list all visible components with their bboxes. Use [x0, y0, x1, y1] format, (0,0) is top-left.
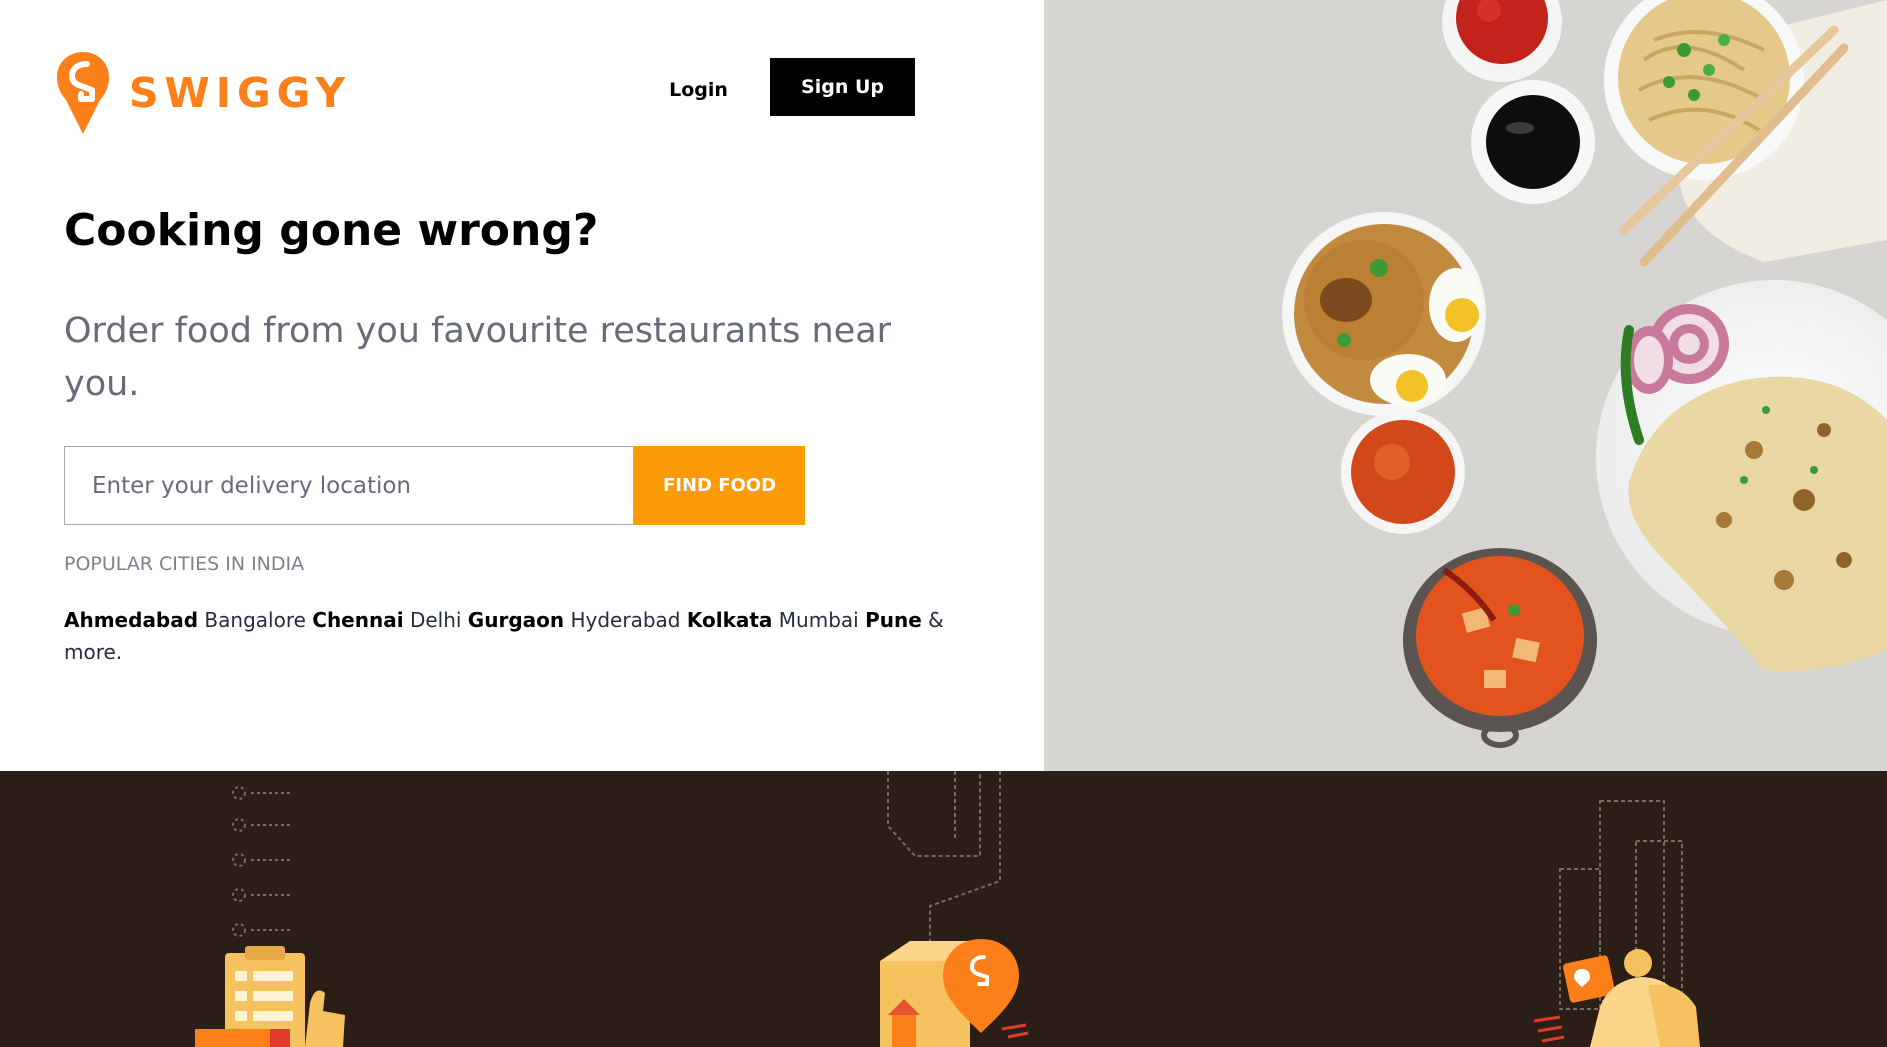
hero-subtitle: Order food from you favourite restaurant…	[64, 311, 892, 404]
city-link-bangalore[interactable]: Bangalore	[204, 608, 305, 632]
city-link-delhi[interactable]: Delhi	[410, 608, 462, 632]
find-food-button[interactable]: FIND FOOD	[634, 446, 805, 525]
order-list-icon	[195, 786, 345, 1047]
food-spread-image	[1044, 0, 1887, 771]
location-field-wrapper	[64, 446, 634, 525]
food-spread-illustration	[1044, 0, 1887, 771]
swiggy-logo[interactable]: SWIGGY	[54, 50, 351, 136]
features-band	[0, 771, 1887, 1047]
signup-button[interactable]: Sign Up	[770, 58, 915, 116]
city-link-hyderabad[interactable]: Hyderabad	[570, 608, 680, 632]
login-link[interactable]: Login	[650, 72, 747, 108]
brand-name: SWIGGY	[129, 69, 352, 117]
city-link-kolkata[interactable]: Kolkata	[687, 608, 773, 632]
swiggy-logo-icon	[57, 52, 109, 134]
popular-cities-heading: POPULAR CITIES IN INDIA	[64, 553, 305, 575]
hero-left-panel: SWIGGY Login Sign Up Cooking gone wrong?…	[0, 0, 1044, 771]
delivery-location-input[interactable]	[65, 447, 633, 524]
biryani-bowl-icon	[1282, 212, 1486, 416]
city-link-gurgaon[interactable]: Gurgaon	[468, 608, 564, 632]
curry-bowl-icon	[1341, 410, 1465, 534]
city-link-mumbai[interactable]: Mumbai	[779, 608, 859, 632]
location-pin-icon	[880, 771, 1029, 1047]
city-link-ahmedabad[interactable]: Ahmedabad	[64, 608, 198, 632]
delivery-scooter-icon	[1533, 800, 1700, 1047]
hero-title: Cooking gone wrong?	[64, 205, 599, 256]
popular-city-list: Ahmedabad Bangalore Chennai Delhi Gurgao…	[64, 604, 974, 668]
city-link-pune[interactable]: Pune	[865, 608, 922, 632]
city-link-chennai[interactable]: Chennai	[312, 608, 403, 632]
soy-sauce-bowl-icon	[1471, 80, 1595, 204]
